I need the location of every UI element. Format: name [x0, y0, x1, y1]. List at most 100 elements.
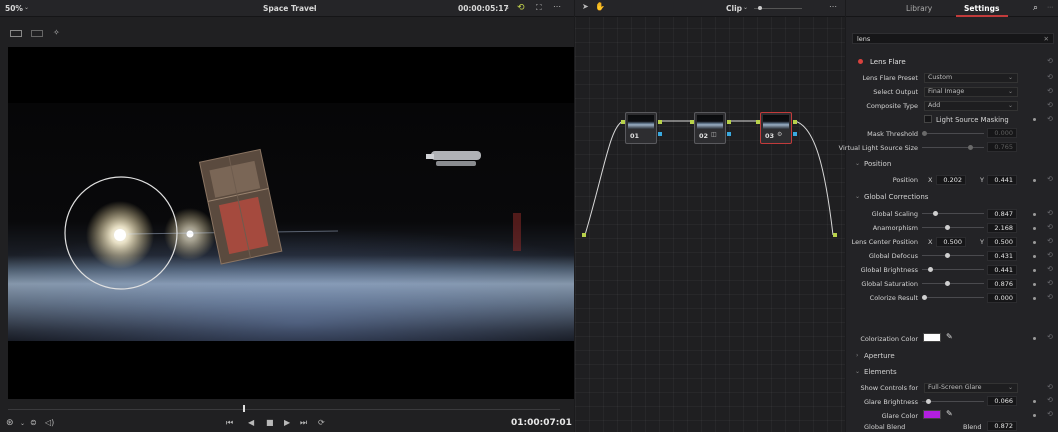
node-more-icon[interactable]: ⋯ — [829, 3, 837, 11]
more-options-icon[interactable]: ⋯ — [553, 3, 561, 11]
gc-row-value[interactable]: 0.000 — [987, 293, 1017, 303]
gc-row-value[interactable]: 0.431 — [987, 251, 1017, 261]
node-03-input-pin[interactable] — [756, 120, 760, 124]
pointer-tool-icon[interactable]: ➤ — [582, 3, 589, 11]
global-blend-header[interactable]: Global Blend — [864, 423, 905, 431]
zoom-chevron-icon[interactable]: ⌄ — [24, 4, 29, 12]
node-zoom-knob[interactable] — [758, 6, 762, 10]
audio-mode-icon[interactable]: ⊛ — [6, 419, 14, 428]
aperture-header[interactable]: Aperture — [864, 352, 895, 360]
global-corrections-header[interactable]: Global Corrections — [864, 193, 928, 201]
gc-row-value[interactable]: 2.168 — [987, 223, 1017, 233]
source-input-pin[interactable] — [582, 233, 586, 237]
keyframe-dot[interactable] — [1033, 414, 1036, 417]
keyframe-dot[interactable] — [1033, 241, 1036, 244]
blend-value[interactable]: 0.872 — [987, 421, 1017, 431]
composite-type-dropdown[interactable]: Add ⌄ — [924, 101, 1018, 111]
reset-icon[interactable]: ⟲ — [1047, 410, 1053, 418]
keyframe-dot[interactable] — [1033, 213, 1036, 216]
node-02-key-pin[interactable] — [727, 132, 731, 136]
node-mode-label[interactable]: Clip — [726, 4, 742, 13]
timecode-chevron-icon[interactable]: ⌄ — [505, 4, 510, 12]
node-03-key-pin[interactable] — [793, 132, 797, 136]
preset-dropdown[interactable]: Custom ⌄ — [924, 73, 1018, 83]
vls-value[interactable]: 0.765 — [987, 142, 1017, 152]
reset-icon[interactable]: ⟲ — [1047, 279, 1053, 287]
gc-row-slider[interactable] — [922, 283, 984, 284]
zoom-level[interactable]: 50% — [5, 4, 23, 13]
go-to-end-icon[interactable]: ⏭ — [300, 419, 307, 427]
tab-library[interactable]: Library — [906, 4, 932, 13]
glare-brightness-knob[interactable] — [926, 399, 931, 404]
eyedropper-icon[interactable]: ✎ — [946, 409, 953, 418]
elements-header[interactable]: Elements — [864, 368, 897, 376]
chevron-right-icon[interactable]: › — [856, 352, 858, 359]
node-02-input-pin[interactable] — [690, 120, 694, 124]
tab-settings[interactable]: Settings — [964, 4, 999, 13]
hand-tool-icon[interactable]: ✋ — [595, 3, 605, 11]
position-y-value[interactable]: 0.441 — [987, 175, 1017, 185]
reset-icon[interactable]: ⟲ — [1047, 396, 1053, 404]
loop-icon[interactable]: ⟲ — [517, 3, 525, 13]
keyframe-dot[interactable] — [1033, 297, 1036, 300]
select-output-dropdown[interactable]: Final Image ⌄ — [924, 87, 1018, 97]
inspector-more-icon[interactable]: ⋯ — [1047, 4, 1053, 11]
viewer-image[interactable] — [8, 103, 574, 341]
go-to-start-icon[interactable]: ⏮ — [226, 419, 233, 427]
lcp-y-value[interactable]: 0.500 — [987, 237, 1017, 247]
gc-row-knob[interactable] — [945, 253, 950, 258]
node-03-output-pin[interactable] — [793, 120, 797, 124]
light-masking-checkbox[interactable] — [924, 115, 932, 123]
playhead[interactable] — [243, 405, 245, 412]
reset-icon[interactable]: ⟲ — [1047, 333, 1053, 341]
reset-icon[interactable]: ⟲ — [1047, 251, 1053, 259]
keyframe-dot[interactable] — [1033, 179, 1036, 182]
reverse-play-icon[interactable]: ◀ — [248, 419, 254, 427]
node-02[interactable]: 02 ◫ — [694, 112, 726, 144]
chevron-down-icon[interactable]: ⌄ — [855, 160, 860, 167]
dual-viewer-icon[interactable] — [31, 30, 43, 37]
gc-row-knob[interactable] — [945, 225, 950, 230]
scrubber-track[interactable] — [8, 409, 560, 410]
title-chevron-icon[interactable]: ⌄ — [312, 4, 317, 12]
single-viewer-icon[interactable] — [10, 30, 22, 37]
stop-icon[interactable]: ■ — [266, 419, 274, 427]
reset-icon[interactable]: ⟲ — [1047, 115, 1053, 123]
gc-row-slider[interactable] — [922, 297, 984, 298]
gc-row-slider[interactable] — [922, 213, 984, 214]
fullscreen-icon[interactable]: ⛶ — [536, 4, 542, 12]
reset-icon[interactable]: ⟲ — [1047, 383, 1053, 391]
mask-threshold-knob[interactable] — [922, 131, 927, 136]
reset-icon[interactable]: ⟲ — [1047, 209, 1053, 217]
keyframe-dot[interactable] — [1033, 337, 1036, 340]
reset-icon[interactable]: ⟲ — [1047, 265, 1053, 273]
reset-icon[interactable]: ⟲ — [1047, 175, 1053, 183]
effect-enable-dot[interactable] — [858, 59, 863, 64]
keyframe-dot[interactable] — [1033, 227, 1036, 230]
loop-toggle-icon[interactable]: ⊜ — [30, 419, 37, 427]
chevron-down-icon[interactable]: ⌄ — [855, 193, 860, 200]
gc-row-knob[interactable] — [945, 281, 950, 286]
reset-icon[interactable]: ⟲ — [1047, 293, 1053, 301]
reset-icon[interactable]: ⟲ — [1047, 237, 1053, 245]
eyedropper-icon[interactable]: ✎ — [946, 332, 953, 341]
reset-icon[interactable]: ⟲ — [1047, 87, 1053, 95]
search-icon[interactable]: ⌕ — [1033, 3, 1038, 13]
node-01-input-pin[interactable] — [621, 120, 625, 124]
volume-icon[interactable]: ◁) — [45, 419, 54, 427]
position-x-value[interactable]: 0.202 — [936, 175, 966, 185]
reset-icon[interactable]: ⟲ — [1047, 57, 1053, 65]
gc-row-knob[interactable] — [928, 267, 933, 272]
magic-wand-icon[interactable]: ✧ — [53, 29, 60, 37]
vls-slider[interactable] — [922, 147, 984, 148]
node-01[interactable]: 01 — [625, 112, 657, 144]
mask-threshold-value[interactable]: 0.000 — [987, 128, 1017, 138]
search-input[interactable]: lens ✕ — [852, 33, 1054, 44]
glare-color-swatch[interactable] — [923, 410, 941, 419]
loop-playback-icon[interactable]: ⟳ — [318, 419, 325, 427]
node-01-key-pin[interactable] — [658, 132, 662, 136]
clear-search-icon[interactable]: ✕ — [1044, 35, 1049, 43]
output-pin[interactable] — [833, 233, 837, 237]
colorization-swatch[interactable] — [923, 333, 941, 342]
keyframe-dot[interactable] — [1033, 283, 1036, 286]
